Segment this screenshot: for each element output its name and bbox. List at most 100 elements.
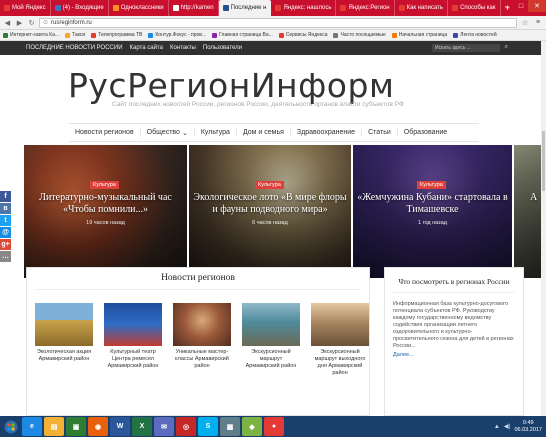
- sidebar-heading[interactable]: Что посмотреть в регионах России: [393, 277, 515, 286]
- news-card-image[interactable]: [35, 303, 93, 346]
- reload-icon[interactable]: ↻: [27, 18, 36, 27]
- forward-icon[interactable]: ▶: [15, 18, 24, 27]
- news-card[interactable]: Экскурсионный маршрут выходного дня Арма…: [311, 303, 369, 377]
- browser-tab[interactable]: Как написать: [395, 0, 449, 16]
- taskbar-app-icon[interactable]: S: [198, 417, 218, 436]
- mail-icon[interactable]: @: [0, 227, 11, 238]
- minimize-icon[interactable]: –: [500, 0, 514, 12]
- star-icon[interactable]: ☆: [520, 18, 530, 28]
- slide[interactable]: Культура Литературно-музыкальный час «Чт…: [24, 145, 187, 278]
- taskbar-app-icon[interactable]: ▤: [44, 417, 64, 436]
- volume-icon[interactable]: ◀): [504, 423, 511, 430]
- site-logo[interactable]: РусРегионИнформ: [68, 66, 394, 105]
- bookmark-item[interactable]: Лента новостей: [453, 32, 497, 38]
- topnav-contacts[interactable]: Контакты: [170, 45, 196, 51]
- browser-tab[interactable]: Последние н: [218, 0, 272, 16]
- category-nav-item[interactable]: Здравоохранение: [289, 129, 361, 136]
- more-share-icon[interactable]: …: [0, 251, 11, 262]
- category-nav-item[interactable]: Образование: [396, 129, 453, 136]
- news-card-image[interactable]: [311, 303, 369, 346]
- read-more-link[interactable]: Далее...: [393, 352, 515, 358]
- browser-tab[interactable]: (4) - Входящие: [51, 0, 109, 16]
- topnav-sitemap[interactable]: Карта сайта: [130, 45, 163, 51]
- site-top-nav: ПОСЛЕДНИЕ НОВОСТИ РОССИИ Карта сайта Кон…: [0, 41, 546, 55]
- taskbar-app-icon[interactable]: W: [110, 417, 130, 436]
- browser-tab[interactable]: Одноклассники: [109, 0, 169, 16]
- network-icon[interactable]: ▲: [494, 424, 500, 430]
- menu-icon[interactable]: ≡: [533, 18, 543, 28]
- back-icon[interactable]: ◀: [3, 18, 12, 27]
- taskbar-app-icon[interactable]: ◎: [176, 417, 196, 436]
- slide-category-badge[interactable]: Культура: [255, 181, 284, 189]
- close-icon[interactable]: ✕: [528, 0, 546, 12]
- url-input[interactable]: ⊙ rusreginform.ru: [39, 17, 517, 28]
- bookmark-item[interactable]: Телепрограмма ТВ: [91, 32, 142, 38]
- scrollbar-thumb[interactable]: [542, 131, 545, 191]
- vk-icon[interactable]: в: [0, 203, 11, 214]
- taskbar-apps: e ▤ ▣ ◉ W X ✉ ◎ S ▦ ◆ ●: [22, 417, 286, 436]
- bookmark-item[interactable]: Начальная страница: [391, 32, 447, 38]
- browser-tab[interactable]: Способы как: [448, 0, 501, 16]
- bookmark-item[interactable]: Такси: [65, 32, 85, 38]
- news-card[interactable]: Уникальные мастер-классы Армавирский рай…: [173, 303, 231, 377]
- taskbar-app-icon[interactable]: ◆: [242, 417, 262, 436]
- googleplus-icon[interactable]: g+: [0, 239, 11, 250]
- tab-label: Способы как: [460, 5, 496, 11]
- slide-title[interactable]: «Жемчужина Кубани» стартовала в Тимашевс…: [357, 192, 508, 216]
- bookmark-item[interactable]: Сервисы Яндекса: [278, 32, 327, 38]
- page-scrollbar[interactable]: [541, 41, 546, 416]
- browser-tab[interactable]: Яндекс:Регион: [336, 0, 395, 16]
- bookmark-item[interactable]: Интернет-газета Ка...: [3, 32, 59, 38]
- category-nav-item[interactable]: Дом и семья: [235, 129, 290, 136]
- news-card-caption[interactable]: Уникальные мастер-классы Армавирский рай…: [173, 349, 231, 370]
- news-card[interactable]: Экскурсионный маршрут Армавирский район: [242, 303, 300, 377]
- search-icon[interactable]: ⌕: [505, 44, 508, 51]
- twitter-icon[interactable]: t: [0, 215, 11, 226]
- slide-category-badge[interactable]: Культура: [417, 181, 446, 189]
- bookmark-item[interactable]: Контур.Фокус - пров...: [148, 32, 206, 38]
- browser-tab[interactable]: Мой Яндекс: [0, 0, 51, 16]
- slide-title[interactable]: Экологическое лото «В мире флоры и фауны…: [193, 192, 347, 216]
- clock-time: 0:49: [522, 419, 534, 426]
- taskbar-app-icon[interactable]: ▦: [220, 417, 240, 436]
- news-card-caption[interactable]: Экологическая акция Армавирский район: [35, 349, 93, 363]
- bookmark-favicon-icon: [453, 32, 459, 38]
- news-card-caption[interactable]: Экскурсионный маршрут выходного дня Арма…: [311, 349, 369, 377]
- facebook-icon[interactable]: f: [0, 191, 11, 202]
- news-card-caption[interactable]: Экскурсионный маршрут Армавирский район: [242, 349, 300, 370]
- slide-title[interactable]: Литературно-музыкальный час «Чтобы помни…: [28, 192, 183, 216]
- news-card-image[interactable]: [173, 303, 231, 346]
- tab-label: Яндекс: нашлось: [283, 5, 332, 11]
- start-button[interactable]: [0, 416, 22, 437]
- taskbar-app-icon[interactable]: X: [132, 417, 152, 436]
- address-bar: ◀ ▶ ↻ ⊙ rusreginform.ru ☆ ≡: [0, 16, 546, 30]
- topnav-users[interactable]: Пользователи: [203, 45, 242, 51]
- taskbar-app-icon[interactable]: ◉: [88, 417, 108, 436]
- slide[interactable]: Культура Экологическое лото «В мире флор…: [189, 145, 351, 278]
- category-nav-item[interactable]: Общество ⌄: [139, 128, 194, 137]
- taskbar-app-icon[interactable]: ✉: [154, 417, 174, 436]
- slide-category-badge[interactable]: Культура: [90, 181, 119, 189]
- category-nav-item[interactable]: Культура: [193, 129, 236, 136]
- maximize-icon[interactable]: □: [514, 0, 528, 12]
- news-card[interactable]: Экологическая акция Армавирский район: [35, 303, 93, 377]
- news-card-image[interactable]: [104, 303, 162, 346]
- clock[interactable]: 0:49 06.03.2017: [514, 420, 542, 434]
- news-card[interactable]: Культурный театр Центра ремесел Армавирс…: [104, 303, 162, 377]
- topnav-latest-news[interactable]: ПОСЛЕДНИЕ НОВОСТИ РОССИИ: [26, 45, 123, 51]
- browser-tab[interactable]: http://kamen: [169, 0, 219, 16]
- tab-favicon-icon: [112, 5, 119, 11]
- category-nav-item[interactable]: Статьи: [361, 129, 397, 136]
- browser-tab[interactable]: Яндекс: нашлось: [271, 0, 337, 16]
- share-buttons: f в t @ g+ …: [0, 191, 11, 263]
- news-card-caption[interactable]: Культурный театр Центра ремесел Армавирс…: [104, 349, 162, 370]
- category-nav-item[interactable]: Новости регионов: [69, 129, 140, 136]
- bookmark-item[interactable]: Часто посещаемые: [333, 32, 386, 38]
- taskbar-app-icon[interactable]: ▣: [66, 417, 86, 436]
- site-search-input[interactable]: Искать здесь ...: [432, 44, 500, 52]
- taskbar-app-icon[interactable]: e: [22, 417, 42, 436]
- bookmark-item[interactable]: Главная страница Ва...: [212, 32, 273, 38]
- slide[interactable]: Культура «Жемчужина Кубани» стартовала в…: [353, 145, 512, 278]
- news-card-image[interactable]: [242, 303, 300, 346]
- taskbar-app-icon[interactable]: ●: [264, 417, 284, 436]
